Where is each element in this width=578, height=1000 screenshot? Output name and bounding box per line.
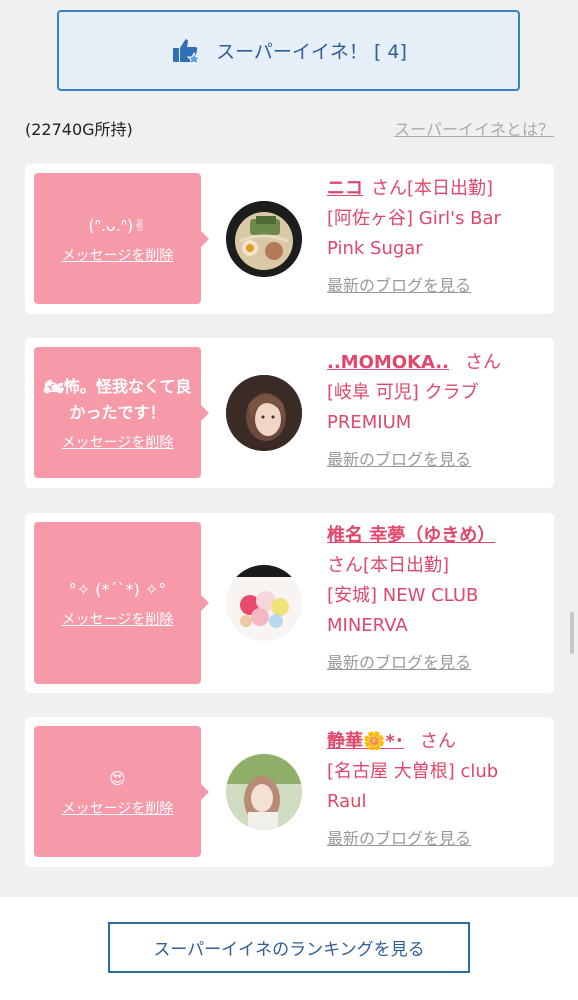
- liker-name-link[interactable]: 静華🌼*･: [327, 731, 404, 752]
- thumbs-up-star-icon: [170, 35, 202, 67]
- delete-message-link[interactable]: メッセージを削除: [62, 609, 174, 629]
- portrait-photo-icon: [226, 375, 302, 451]
- shop-name-line: Pink Sugar: [327, 238, 423, 259]
- liker-info: ニコ さん[本日出勤] [阿佐ヶ谷] Girl's Bar Pink Sugar …: [327, 174, 547, 298]
- liker-card: 🏍怖。怪我なくて良かったです！ メッセージを削除 ..MOMOKA.. さん [岐…: [25, 338, 554, 488]
- liker-info: 静華🌼*･ さん [名古屋 大曽根] club Raul 最新のブログを見る: [327, 727, 547, 851]
- liker-info: ..MOMOKA.. さん [岐阜 可児] クラブ PREMIUM 最新のブログを…: [327, 348, 547, 472]
- message-text: 😍: [109, 768, 126, 788]
- avatar[interactable]: [226, 565, 302, 641]
- avatar[interactable]: [226, 201, 302, 277]
- message-bubble: 😍 メッセージを削除: [34, 726, 209, 857]
- message-bubble: 🏍怖。怪我なくて良かったです！ メッセージを削除: [34, 347, 209, 478]
- latest-blog-link[interactable]: 最新のブログを見る: [327, 827, 547, 851]
- flower-photo-icon: [226, 565, 302, 641]
- delete-message-link[interactable]: メッセージを削除: [62, 798, 174, 818]
- avatar[interactable]: [226, 754, 302, 830]
- message-text: (ᐢ.ᴗ.ᐢ)✌: [88, 215, 147, 235]
- delete-message-link[interactable]: メッセージを削除: [62, 245, 174, 265]
- gold-balance: (22740G所持): [25, 120, 133, 139]
- shop-name-line: [阿佐ヶ谷] Girl's Bar: [327, 208, 501, 229]
- shop-name-line: MINERVA: [327, 615, 408, 636]
- message-bubble: °✧ (*´`*) ✧° メッセージを削除: [34, 522, 209, 684]
- what-is-super-iine-link[interactable]: スーパーイイネとは？: [394, 116, 554, 140]
- liker-info: 椎名 幸夢（ゆきめ） さん[本日出勤] [安城] NEW CLUB MINERV…: [327, 521, 547, 675]
- san-suffix: さん: [327, 555, 363, 576]
- avatar[interactable]: [226, 375, 302, 451]
- shop-name-line: [安城] NEW CLUB: [327, 585, 479, 606]
- footer: スーパーイイネのランキングを見る: [0, 897, 578, 1000]
- liker-name-link[interactable]: ニコ: [327, 178, 363, 199]
- san-suffix: さん: [465, 352, 501, 373]
- liker-card: °✧ (*´`*) ✧° メッセージを削除 椎名 幸夢（ゆきめ） さん[本日出勤…: [25, 513, 554, 693]
- shop-name-line: [岐阜 可児] クラブ: [327, 382, 479, 403]
- ramen-photo-icon: [226, 201, 302, 277]
- shop-name-line: PREMIUM: [327, 412, 412, 433]
- latest-blog-link[interactable]: 最新のブログを見る: [327, 448, 547, 472]
- shop-name-line: Raul: [327, 791, 367, 812]
- liker-card: (ᐢ.ᴗ.ᐢ)✌ メッセージを削除 ニコ さん[本日出勤] [阿佐ヶ谷] Girl…: [25, 164, 554, 314]
- delete-message-link[interactable]: メッセージを削除: [62, 432, 174, 452]
- shop-name-line: [名古屋 大曽根] club: [327, 761, 499, 782]
- san-suffix: さん: [371, 178, 407, 199]
- latest-blog-link[interactable]: 最新のブログを見る: [327, 274, 547, 298]
- liker-card: 😍 メッセージを削除 静華🌼*･ さん [名古屋 大曽根] club Raul 最…: [25, 717, 554, 867]
- message-bubble: (ᐢ.ᴗ.ᐢ)✌ メッセージを削除: [34, 173, 209, 304]
- liker-name-link[interactable]: ..MOMOKA..: [327, 352, 449, 373]
- message-text: 🏍怖。怪我なくて良かったです！: [43, 376, 192, 422]
- latest-blog-link[interactable]: 最新のブログを見る: [327, 651, 547, 675]
- super-iine-label: スーパーイイネ！ [ 4]: [216, 41, 407, 63]
- attendance-status: [本日出勤]: [407, 178, 494, 199]
- san-suffix: さん: [419, 731, 456, 752]
- portrait-photo-icon: [226, 754, 302, 830]
- attendance-status: [本日出勤]: [363, 555, 450, 576]
- gold-row: (22740G所持) スーパーイイネとは？: [25, 113, 554, 143]
- liker-name-link[interactable]: 椎名 幸夢（ゆきめ）: [327, 525, 495, 546]
- super-iine-button[interactable]: スーパーイイネ！ [ 4]: [57, 10, 520, 91]
- scrollbar[interactable]: [570, 612, 574, 654]
- message-text: °✧ (*´`*) ✧°: [68, 580, 167, 599]
- view-ranking-button[interactable]: スーパーイイネのランキングを見る: [108, 922, 470, 973]
